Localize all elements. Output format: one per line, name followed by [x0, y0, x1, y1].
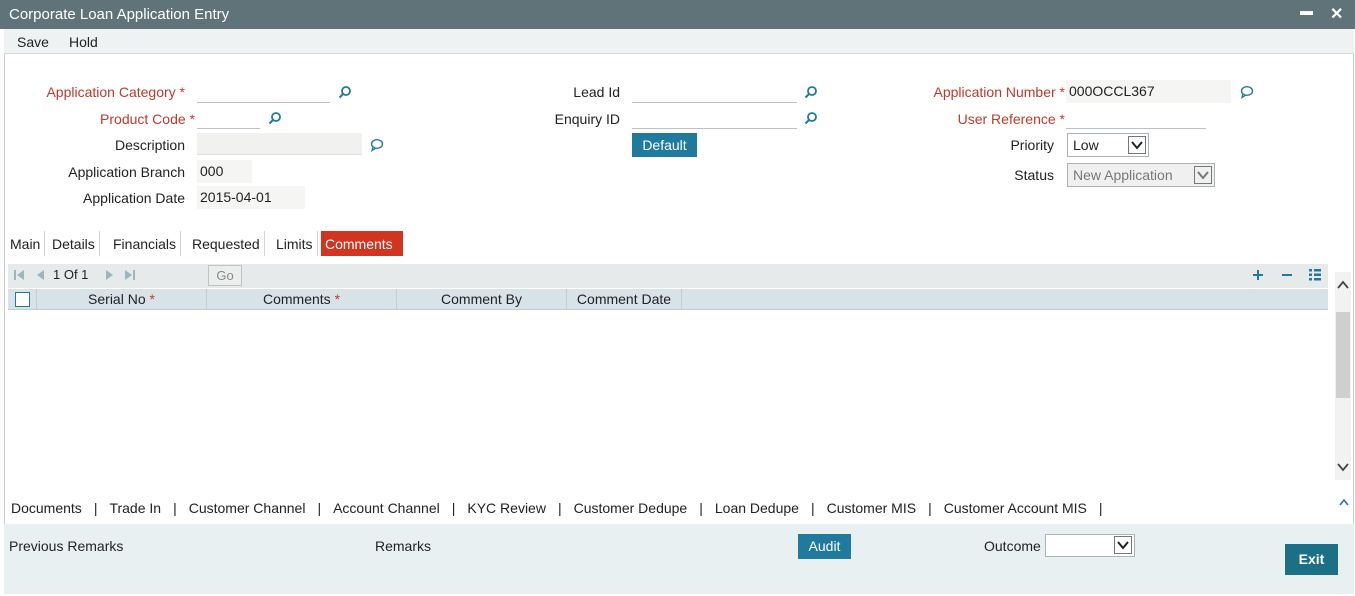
application-date-value: 2015-04-01 [197, 186, 305, 209]
description-label: Description [114, 137, 185, 153]
priority-select[interactable]: Low [1067, 133, 1149, 157]
go-button[interactable]: Go [208, 265, 242, 286]
priority-value: Low [1073, 137, 1099, 153]
application-branch-label: Application Branch [68, 164, 185, 180]
application-number-label: Application Number * [933, 84, 1065, 100]
minimize-icon[interactable]: ▬ [1300, 3, 1313, 18]
lead-id-label: Lead Id [573, 84, 620, 100]
column-header-comment-date[interactable]: Comment Date [567, 289, 682, 310]
chevron-down-icon [1128, 136, 1146, 154]
chevron-down-icon [1114, 536, 1132, 554]
previous-remarks-link[interactable]: Previous Remarks [9, 538, 123, 554]
chevron-up-icon[interactable] [1338, 498, 1350, 506]
search-icon[interactable] [804, 111, 818, 125]
outcome-select[interactable] [1045, 534, 1135, 557]
tab-details[interactable]: Details [48, 231, 100, 256]
grid-scrollbar[interactable] [1335, 272, 1351, 480]
product-code-label: Product Code * [100, 111, 195, 127]
link-customer-dedupe[interactable]: Customer Dedupe [574, 500, 688, 516]
link-customer-channel[interactable]: Customer Channel [189, 500, 306, 516]
list-view-icon[interactable] [1308, 268, 1322, 282]
column-header-comment-by[interactable]: Comment By [397, 289, 567, 310]
link-customer-account-mis[interactable]: Customer Account MIS [944, 500, 1087, 516]
link-account-channel[interactable]: Account Channel [333, 500, 440, 516]
application-category-input[interactable] [197, 81, 330, 103]
description-input[interactable] [197, 133, 362, 155]
column-header-comments[interactable]: Comments * [207, 289, 397, 310]
tab-comments[interactable]: Comments [321, 231, 403, 256]
window-title: Corporate Loan Application Entry [9, 6, 230, 23]
status-label: Status [1014, 167, 1054, 183]
tab-requested[interactable]: Requested [188, 231, 265, 256]
enquiry-id-label: Enquiry ID [554, 111, 620, 127]
title-bar: Corporate Loan Application Entry ▬ ✕ [0, 0, 1355, 29]
close-icon[interactable]: ✕ [1330, 4, 1343, 24]
outcome-label: Outcome [984, 538, 1041, 554]
remarks-link[interactable]: Remarks [375, 538, 431, 554]
user-reference-input[interactable] [1066, 107, 1206, 129]
delete-row-icon[interactable] [1281, 269, 1293, 281]
status-select[interactable]: New Application [1067, 163, 1215, 187]
application-category-label: Application Category * [46, 84, 185, 100]
link-kyc-review[interactable]: KYC Review [467, 500, 546, 516]
save-menu-item[interactable]: Save [17, 34, 49, 50]
add-row-icon[interactable] [1252, 269, 1264, 281]
search-icon[interactable] [338, 85, 352, 99]
last-page-icon[interactable] [124, 269, 136, 281]
application-date-label: Application Date [83, 190, 185, 206]
comment-icon[interactable] [370, 138, 384, 152]
product-code-input[interactable] [197, 107, 260, 129]
lead-id-input[interactable] [632, 81, 797, 103]
scrollbar-thumb[interactable] [1336, 312, 1350, 398]
user-reference-label: User Reference * [957, 111, 1065, 127]
previous-page-icon[interactable] [34, 269, 46, 281]
search-icon[interactable] [804, 85, 818, 99]
status-value: New Application [1073, 167, 1173, 183]
exit-button[interactable]: Exit [1285, 544, 1338, 575]
menu-bar: Save Hold [4, 29, 1354, 54]
link-trade-in[interactable]: Trade In [109, 500, 161, 516]
enquiry-id-input[interactable] [632, 107, 797, 129]
link-customer-mis[interactable]: Customer MIS [827, 500, 916, 516]
link-loan-dedupe[interactable]: Loan Dedupe [715, 500, 799, 516]
next-page-icon[interactable] [104, 269, 116, 281]
search-icon[interactable] [268, 111, 282, 125]
link-documents[interactable]: Documents [11, 500, 82, 516]
column-header-serial-no[interactable]: Serial No * [37, 289, 207, 310]
chevron-down-icon[interactable] [1337, 462, 1349, 472]
application-branch-value: 000 [197, 160, 252, 183]
audit-button[interactable]: Audit [798, 534, 851, 559]
first-page-icon[interactable] [13, 269, 25, 281]
priority-label: Priority [1010, 137, 1054, 153]
subsystem-links: Documents | Trade In | Customer Channel | Acco… [11, 500, 1103, 516]
hold-menu-item[interactable]: Hold [69, 34, 98, 50]
select-all-cell [8, 289, 37, 310]
tab-main[interactable]: Main [6, 231, 46, 256]
grid-header: Serial No * Comments * Comment By Commen… [8, 289, 1328, 310]
comment-icon[interactable] [1240, 85, 1254, 99]
grid-toolbar: 1 Of 1 Go [8, 264, 1328, 288]
pagination-text: 1 Of 1 [53, 267, 89, 282]
chevron-down-icon [1194, 166, 1212, 184]
chevron-up-icon[interactable] [1337, 280, 1349, 290]
default-button[interactable]: Default [632, 133, 697, 157]
footer-panel: Previous Remarks Remarks Audit Outcome E… [4, 524, 1354, 594]
application-number-value: 000OCCL367 [1066, 80, 1231, 103]
tab-limits[interactable]: Limits [272, 231, 318, 256]
tab-financials[interactable]: Financials [109, 231, 182, 256]
select-all-checkbox[interactable] [14, 292, 30, 307]
